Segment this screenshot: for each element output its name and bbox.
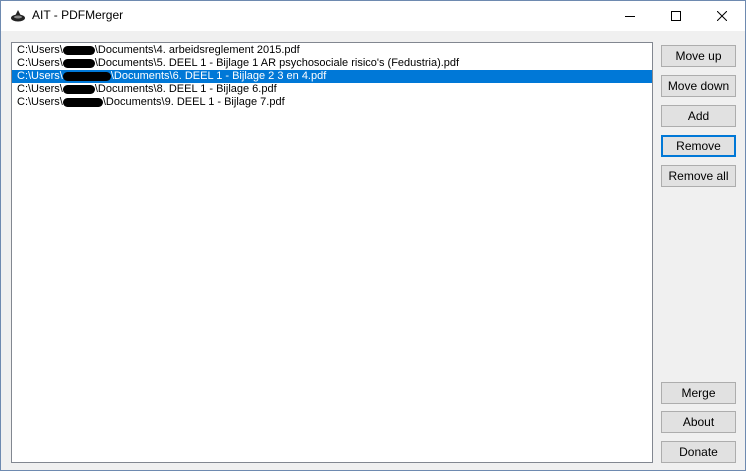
- close-button[interactable]: [699, 1, 745, 31]
- title-bar[interactable]: AIT - PDFMerger: [1, 1, 745, 31]
- pdf-file-list[interactable]: C:\Users\ \Documents\4. arbeidsreglement …: [11, 42, 653, 463]
- merge-button[interactable]: Merge: [661, 382, 736, 404]
- path-suffix: \Documents\5. DEEL 1 - Bijlage 1 AR psyc…: [94, 57, 460, 69]
- path-prefix: C:\Users\: [17, 83, 63, 95]
- list-item[interactable]: C:\Users\ \Documents\9. DEEL 1 - Bijlage …: [12, 96, 652, 109]
- maximize-icon: [671, 11, 681, 21]
- app-window: AIT - PDFMerger C:\Users\ \Documents\4. a…: [0, 0, 746, 471]
- remove-button[interactable]: Remove: [661, 135, 736, 157]
- list-item[interactable]: C:\Users\ \Documents\6. DEEL 1 - Bijlage …: [12, 70, 652, 83]
- path-suffix: \Documents\4. arbeidsreglement 2015.pdf: [94, 44, 300, 56]
- remove-all-button[interactable]: Remove all: [661, 165, 736, 187]
- about-button[interactable]: About: [661, 411, 736, 433]
- path-prefix: C:\Users\: [17, 70, 63, 82]
- ink-blot-icon: [10, 9, 26, 23]
- move-up-button[interactable]: Move up: [661, 45, 736, 67]
- add-button[interactable]: Add: [661, 105, 736, 127]
- minimize-icon: [625, 11, 635, 21]
- redacted-username: [62, 59, 95, 68]
- path-suffix: \Documents\6. DEEL 1 - Bijlage 2 3 en 4.…: [110, 70, 327, 82]
- maximize-button[interactable]: [653, 1, 699, 31]
- path-prefix: C:\Users\: [17, 57, 63, 69]
- list-item[interactable]: C:\Users\ \Documents\5. DEEL 1 - Bijlage …: [12, 57, 652, 70]
- path-suffix: \Documents\8. DEEL 1 - Bijlage 6.pdf: [94, 83, 277, 95]
- donate-button[interactable]: Donate: [661, 441, 736, 463]
- path-prefix: C:\Users\: [17, 44, 63, 56]
- redacted-username: [62, 72, 111, 81]
- list-item[interactable]: C:\Users\ \Documents\8. DEEL 1 - Bijlage …: [12, 83, 652, 96]
- move-down-button[interactable]: Move down: [661, 75, 736, 97]
- list-item[interactable]: C:\Users\ \Documents\4. arbeidsreglement …: [12, 44, 652, 57]
- minimize-button[interactable]: [607, 1, 653, 31]
- path-suffix: \Documents\9. DEEL 1 - Bijlage 7.pdf: [102, 96, 285, 108]
- close-icon: [717, 11, 727, 21]
- window-title: AIT - PDFMerger: [32, 8, 124, 22]
- path-prefix: C:\Users\: [17, 96, 63, 108]
- redacted-username: [62, 85, 95, 94]
- redacted-username: [62, 98, 103, 107]
- redacted-username: [62, 46, 95, 55]
